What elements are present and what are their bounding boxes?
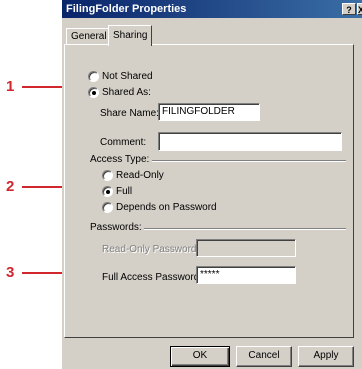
passwords-divider <box>144 228 346 230</box>
comment-input[interactable] <box>158 132 342 151</box>
callout-1-number: 1 <box>6 78 15 95</box>
tab-sharing[interactable]: Sharing <box>108 25 153 46</box>
read-only-password-input <box>196 239 296 257</box>
full-label[interactable]: Full <box>116 186 132 197</box>
window-title: FilingFolder Properties <box>66 3 187 15</box>
not-shared-radio[interactable] <box>88 71 99 82</box>
full-access-password-label: Full Access Password: <box>102 272 203 283</box>
shared-as-label[interactable]: Shared As: <box>102 87 151 98</box>
callout-2-number: 2 <box>6 178 15 195</box>
read-only-label[interactable]: Read-Only <box>116 170 164 181</box>
passwords-heading: Passwords: <box>90 222 142 233</box>
apply-button[interactable]: Apply <box>298 346 354 367</box>
read-only-radio[interactable] <box>102 170 113 181</box>
close-button[interactable]: X <box>357 3 362 15</box>
full-access-password-input[interactable]: ***** <box>196 266 296 284</box>
share-name-input[interactable]: FILINGFOLDER <box>158 103 260 121</box>
comment-label: Comment: <box>100 137 147 148</box>
shared-as-radio[interactable] <box>88 87 99 98</box>
cancel-button[interactable]: Cancel <box>236 346 292 367</box>
read-only-password-label: Read-Only Password: <box>102 244 200 255</box>
title-bar[interactable]: FilingFolder Properties ? X <box>62 0 362 18</box>
access-type-heading: Access Type: <box>90 154 150 165</box>
depends-on-password-radio[interactable] <box>102 202 113 213</box>
not-shared-label[interactable]: Not Shared <box>102 71 153 82</box>
properties-dialog: FilingFolder Properties ? X General Shar… <box>62 0 362 369</box>
depends-on-password-label[interactable]: Depends on Password <box>116 202 217 213</box>
access-type-divider <box>152 160 346 162</box>
callout-3-number: 3 <box>6 264 15 281</box>
help-button[interactable]: ? <box>342 3 356 15</box>
tab-general[interactable]: General <box>66 28 112 44</box>
ok-button[interactable]: OK <box>170 346 230 367</box>
full-radio[interactable] <box>102 186 113 197</box>
share-name-label: Share Name: <box>100 108 159 119</box>
